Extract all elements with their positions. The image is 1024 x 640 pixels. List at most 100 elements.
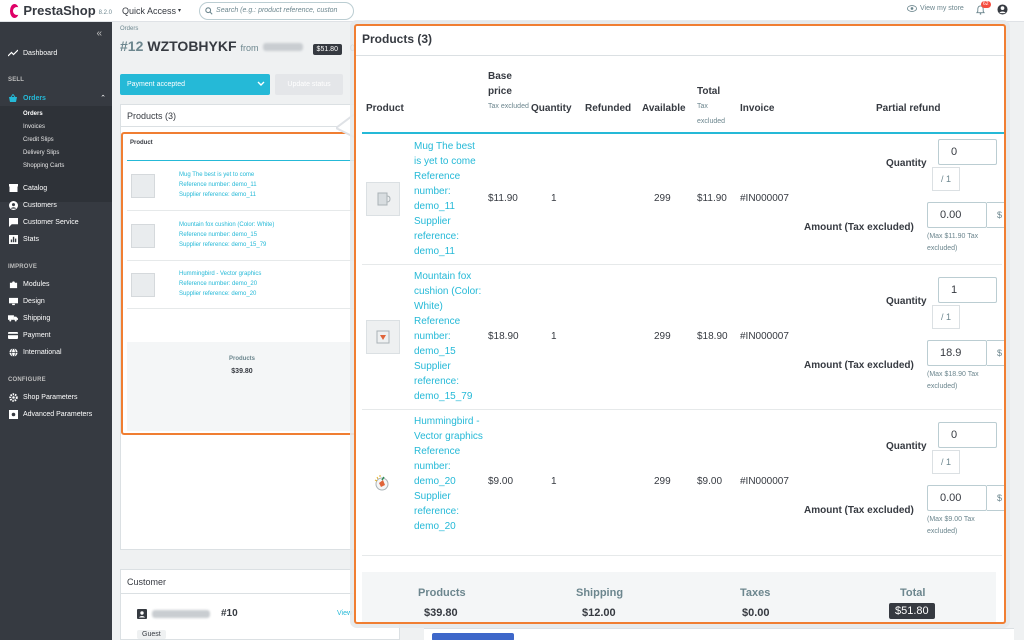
max-quantity-addon: / 1 (932, 450, 960, 474)
refund-amount-label: Amount (Tax excluded) (804, 505, 914, 516)
sidebar-item-orders[interactable]: Orders ⌃ (0, 90, 112, 106)
notifications-button[interactable]: 62 (976, 1, 991, 18)
collapse-sidebar-icon[interactable]: « (96, 28, 102, 39)
refund-quantity-value: 0 (951, 146, 958, 158)
max-refund-hint: (Max $11.90 Tax excluded) (927, 233, 979, 252)
hummingbird-icon (374, 475, 389, 491)
quick-access-menu[interactable]: Quick Access ▾ (122, 6, 181, 16)
search-input[interactable]: Search (e.g.: product reference, custon (199, 1, 355, 20)
update-status-button[interactable]: Update status (275, 74, 343, 95)
sidebar-item-customers[interactable]: Customers (0, 197, 112, 213)
product-name[interactable]: Mug The best is yet to come (179, 170, 257, 180)
sidebar: « Dashboard SELL Orders ⌃ Orders Invoice… (0, 22, 112, 640)
account-box-icon (137, 608, 147, 619)
product-info[interactable]: Mug The best is yet to come Reference nu… (414, 139, 484, 259)
sidebar-item-label: Catalog (23, 184, 48, 192)
product-info[interactable]: Mountain fox cushion (Color: White) Refe… (179, 220, 274, 250)
order-history-strip (424, 628, 1014, 640)
sidebar-item-catalog[interactable]: Catalog (0, 180, 112, 196)
breadcrumb[interactable]: Orders (120, 26, 138, 32)
sidebar-item-modules[interactable]: Modules (0, 276, 112, 292)
sidebar-item-payment[interactable]: Payment (0, 327, 112, 343)
currency-addon: $ (987, 202, 1004, 228)
products-total-label: Products (228, 356, 255, 362)
refund-amount-value: 0.00 (940, 209, 962, 221)
order-reference: WZTOBHYKF (147, 38, 237, 54)
products-totals: Products $39.80 (127, 342, 355, 431)
refund-amount-input[interactable]: 18.9 (927, 340, 987, 366)
product-thumbnail (131, 174, 155, 198)
product-info[interactable]: Hummingbird - Vector graphics Reference … (179, 269, 261, 299)
shipping-total-value: $12.00 (582, 607, 616, 619)
refund-amount-label: Amount (Tax excluded) (804, 360, 914, 371)
product-reference: Reference number: demo_20 (179, 281, 258, 287)
product-info[interactable]: Mountain fox cushion (Color: White) Refe… (414, 269, 484, 404)
sidebar-item-stats[interactable]: Stats (0, 231, 112, 247)
sidebar-item-international[interactable]: International (0, 344, 112, 360)
product-name[interactable]: Hummingbird - Vector graphics (414, 414, 484, 444)
sidebar-item-label: Shop Parameters (23, 393, 78, 401)
refund-quantity-input[interactable]: 1 (938, 277, 997, 303)
table-row: Mountain fox cushion (Color: White) Refe… (362, 265, 1004, 410)
column-header-invoice: Invoice (740, 103, 775, 114)
products-table-zoom: Products (3) Product Base price Tax excl… (354, 24, 1006, 624)
order-status-select[interactable]: Payment accepted (120, 74, 270, 95)
sidebar-subitem-delivery-slips[interactable]: Delivery Slips (23, 150, 59, 156)
mug-icon (377, 192, 391, 206)
available-cell: 299 (654, 331, 671, 342)
sidebar-item-customer-service[interactable]: Customer Service (0, 214, 112, 230)
column-header-base-price: Base price Tax excluded (488, 69, 530, 114)
product-reference: Reference number: demo_11 (179, 182, 257, 188)
total-cell: $18.90 (697, 331, 728, 342)
status-tag (432, 633, 514, 640)
truck-icon (8, 313, 18, 323)
prestashop-logo[interactable]: PrestaShop 8.2.0 (0, 3, 112, 18)
order-number: #12 (120, 38, 144, 54)
product-info[interactable]: Hummingbird - Vector graphics Reference … (414, 414, 484, 534)
sidebar-item-dashboard[interactable]: Dashboard (0, 45, 112, 61)
product-name[interactable]: Mountain fox cushion (Color: White) (414, 269, 484, 314)
eye-icon (907, 5, 917, 12)
product-reference: Reference number: demo_15 (414, 316, 461, 357)
sidebar-subitem-invoices[interactable]: Invoices (23, 124, 45, 130)
tax-note: Tax excluded (697, 103, 726, 125)
refund-amount-input[interactable]: 0.00 (927, 202, 987, 228)
sidebar-item-shop-parameters[interactable]: Shop Parameters (0, 389, 112, 405)
sidebar-item-label: Advanced Parameters (23, 410, 93, 418)
sidebar-subitem-shopping-carts[interactable]: Shopping Carts (23, 163, 64, 169)
user-account-button[interactable] (997, 4, 1008, 18)
refund-quantity-input[interactable]: 0 (938, 422, 997, 448)
sidebar-item-shipping[interactable]: Shipping (0, 310, 112, 326)
product-thumbnail (131, 273, 155, 297)
sidebar-subitem-orders[interactable]: Orders (23, 111, 43, 117)
supplier-reference: Supplier reference: demo_11 (414, 216, 460, 257)
invoice-cell: #IN000007 (740, 476, 789, 487)
product-name[interactable]: Mountain fox cushion (Color: White) (179, 220, 274, 230)
product-thumbnail (366, 182, 400, 216)
quantity-cell: 1 (551, 476, 557, 487)
view-store-link[interactable]: View my store (907, 5, 964, 12)
invoice-cell: #IN000007 (740, 193, 789, 204)
grand-total-label: Total (900, 587, 926, 599)
product-name[interactable]: Hummingbird - Vector graphics (179, 269, 261, 279)
table-row: Mug The best is yet to come Reference nu… (127, 161, 355, 211)
sidebar-item-advanced-parameters[interactable]: Advanced Parameters (0, 406, 112, 422)
product-reference: Reference number: demo_20 (414, 446, 461, 487)
sidebar-item-label: Shipping (23, 314, 51, 322)
supplier-reference: Supplier reference: demo_11 (179, 192, 256, 198)
search-icon (205, 6, 213, 15)
sidebar-item-design[interactable]: Design (0, 293, 112, 309)
refund-quantity-input[interactable]: 0 (938, 139, 997, 165)
product-thumbnail (131, 224, 155, 248)
quantity-cell: 1 (551, 193, 557, 204)
column-header-available: Available (642, 103, 686, 114)
view-customer-link[interactable]: View (337, 610, 352, 617)
product-info[interactable]: Mug The best is yet to come Reference nu… (179, 170, 257, 200)
chevron-up-icon: ⌃ (100, 95, 106, 102)
base-price-label: Base price (488, 71, 512, 97)
customer-id: #10 (221, 608, 238, 619)
product-name[interactable]: Mug The best is yet to come (414, 139, 484, 169)
base-price-cell: $11.90 (488, 193, 518, 204)
refund-amount-input[interactable]: 0.00 (927, 485, 987, 511)
sidebar-subitem-credit-slips[interactable]: Credit Slips (23, 137, 54, 143)
